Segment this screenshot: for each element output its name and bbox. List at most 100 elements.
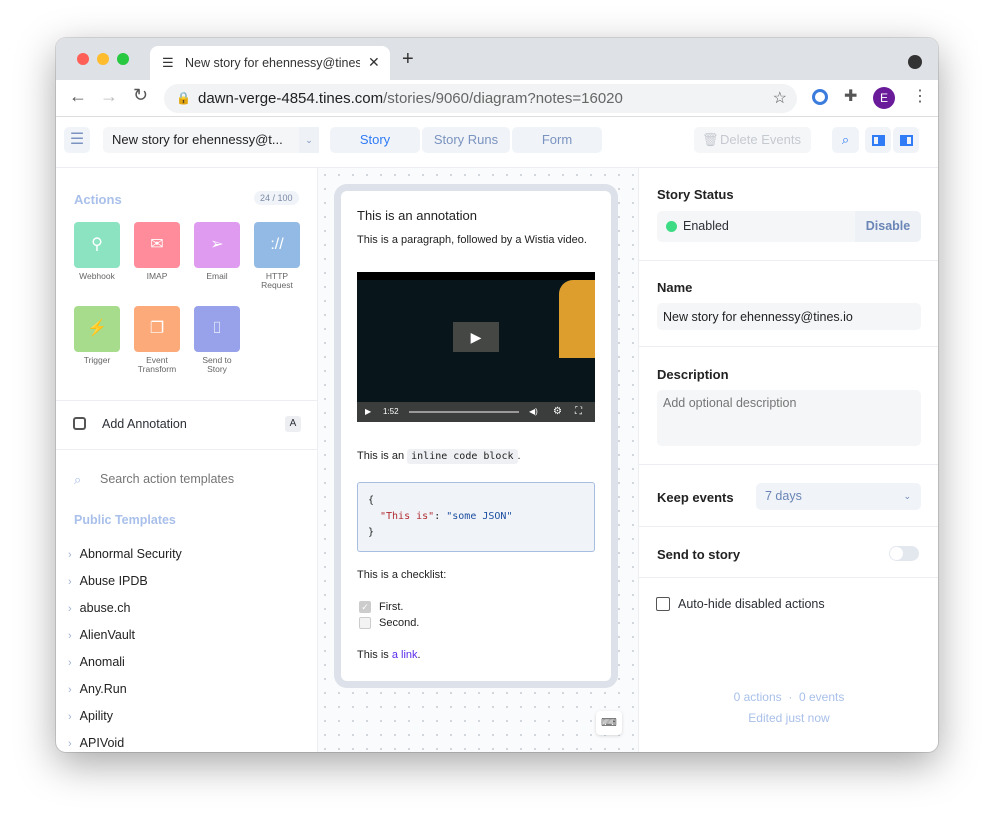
chevron-right-icon: › — [68, 630, 72, 642]
play-icon[interactable]: ▶ — [365, 402, 371, 422]
story-status-label: Story Status — [657, 187, 734, 202]
webhook-icon: ⚲ — [74, 222, 120, 268]
reload-icon[interactable]: ↻ — [133, 85, 148, 106]
tab-title: New story for ehennessy@tines.io — [185, 56, 360, 70]
url-input[interactable]: 🔒 dawn-verge-4854.tines.com/stories/9060… — [164, 84, 797, 113]
template-label: Any.Run — [79, 682, 127, 696]
action-event-transform[interactable]: ❐ Event Transform — [134, 306, 180, 374]
tab-form[interactable]: Form — [512, 127, 602, 153]
checklist-item[interactable]: Second. — [359, 617, 419, 630]
tab-search-button[interactable] — [908, 55, 922, 69]
annotation-card[interactable]: This is an annotation This is a paragrap… — [341, 191, 611, 681]
toggle-left-panel-button[interactable] — [865, 127, 891, 153]
action-http-request[interactable]: :// HTTP Request — [254, 222, 300, 290]
json-code-block: { "This is": "some JSON" } — [357, 482, 595, 552]
template-item[interactable]: › Abnormal Security — [68, 547, 182, 561]
transform-icon: ❐ — [134, 306, 180, 352]
close-window-button[interactable] — [77, 53, 89, 65]
url-host: dawn-verge-4854.tines.com — [198, 90, 384, 107]
video-time: 1:52 — [383, 407, 399, 416]
profile-avatar[interactable]: E — [873, 87, 895, 109]
name-input[interactable] — [657, 303, 921, 330]
fullscreen-icon[interactable]: ⛶ — [575, 402, 582, 422]
toggle-right-panel-button[interactable] — [893, 127, 919, 153]
lock-icon: 🔒 — [176, 91, 191, 105]
browser-menu-icon[interactable]: ⋮ — [912, 86, 928, 106]
add-annotation-button[interactable]: Add Annotation — [102, 417, 187, 431]
tab-story-runs[interactable]: Story Runs — [422, 127, 510, 153]
delete-events-button[interactable]: 🗑 Delete Events — [694, 127, 811, 153]
search-icon: ⌕ — [841, 132, 850, 147]
template-item[interactable]: › Apility — [68, 709, 113, 723]
action-webhook[interactable]: ⚲ Webhook — [74, 222, 120, 281]
forward-icon[interactable]: → — [100, 86, 118, 107]
toggle-knob — [890, 547, 903, 560]
action-trigger[interactable]: ⚡ Trigger — [74, 306, 120, 365]
keyboard-icon: ⌨ — [601, 717, 617, 729]
template-item[interactable]: › AlienVault — [68, 628, 135, 642]
chevron-right-icon: › — [68, 711, 72, 723]
diagram-canvas[interactable]: This is an annotation This is a paragrap… — [318, 168, 638, 752]
action-label: Event Transform — [137, 355, 177, 374]
template-label: Abnormal Security — [79, 547, 182, 561]
chevron-down-icon: ⌄ — [299, 127, 319, 153]
template-item[interactable]: › Abuse IPDB — [68, 574, 148, 588]
back-icon[interactable]: ← — [69, 86, 87, 107]
tab-story[interactable]: Story — [330, 127, 420, 153]
template-label: Abuse IPDB — [79, 574, 148, 588]
story-select[interactable]: New story for ehennessy@t... ⌄ — [103, 127, 319, 153]
template-item[interactable]: › APIVoid — [68, 736, 124, 750]
keep-events-label: Keep events — [657, 490, 734, 505]
annotation-link[interactable]: a link — [392, 649, 418, 661]
keyboard-shortcuts-button[interactable]: ⌨ — [596, 711, 622, 735]
mail-icon: ✉ — [134, 222, 180, 268]
minimize-window-button[interactable] — [97, 53, 109, 65]
template-item[interactable]: › Anomali — [68, 655, 125, 669]
action-label: Send to Story — [202, 355, 232, 374]
video-player[interactable]: ▶ ▶ 1:52 ◀) ⚙ ⛶ — [357, 272, 595, 422]
template-item[interactable]: › abuse.ch — [68, 601, 130, 615]
action-label: Webhook — [79, 271, 115, 281]
close-tab-icon[interactable]: ✕ — [368, 54, 380, 71]
chevron-right-icon: › — [68, 684, 72, 696]
send-to-story-toggle[interactable] — [889, 546, 919, 561]
template-label: abuse.ch — [79, 601, 131, 615]
action-send-to-story[interactable]: ⌷ Send to Story — [194, 306, 240, 374]
action-email[interactable]: ➢ Email — [194, 222, 240, 281]
search-button[interactable]: ⌕ — [832, 127, 859, 153]
browser-tab[interactable]: ☰ New story for ehennessy@tines.io ✕ — [150, 46, 390, 80]
maximize-window-button[interactable] — [117, 53, 129, 65]
action-label: IMAP — [146, 271, 168, 281]
settings-gear-icon[interactable]: ⚙ — [553, 402, 562, 422]
extensions-puzzle-icon[interactable]: ✚ — [844, 86, 857, 106]
left-sidebar: Actions 24 / 100 ⚲ Webhook ✉ IMAP ➢ Email:// H… — [56, 168, 318, 752]
checkbox-checked[interactable]: ✓ — [359, 601, 371, 614]
checklist-item[interactable]: ✓ First. — [359, 601, 403, 614]
chevron-right-icon: › — [68, 549, 72, 561]
edited-status: Edited just now — [748, 711, 830, 725]
video-progress-bar[interactable] — [409, 411, 519, 413]
story-counts: 0 actions · 0 events — [733, 690, 845, 704]
auto-hide-checkbox[interactable] — [656, 597, 670, 611]
bookmark-star-icon[interactable]: ☆ — [773, 84, 787, 113]
play-overlay-button[interactable]: ▶ — [453, 322, 499, 352]
description-input[interactable] — [657, 390, 921, 446]
description-label: Description — [657, 367, 729, 382]
volume-icon[interactable]: ◀) — [529, 402, 538, 422]
action-label: HTTP Request — [261, 271, 293, 290]
hamburger-menu-button[interactable]: ☰ — [64, 127, 90, 153]
action-imap[interactable]: ✉ IMAP — [134, 222, 180, 281]
keep-events-select[interactable]: 7 days ⌄ — [756, 483, 921, 510]
checkbox-unchecked[interactable] — [359, 617, 371, 630]
browser-window: ☰ New story for ehennessy@tines.io ✕ + ←… — [56, 38, 938, 752]
disable-button[interactable]: Disable — [855, 211, 921, 242]
status-value: Enabled — [683, 219, 729, 233]
search-templates-input[interactable] — [100, 472, 300, 486]
template-label: AlienVault — [79, 628, 136, 642]
password-manager-icon[interactable] — [812, 89, 828, 105]
link-paragraph: This is a link. — [357, 649, 421, 661]
template-item[interactable]: › Any.Run — [68, 682, 127, 696]
send-to-story-icon: ⌷ — [194, 306, 240, 352]
new-tab-button[interactable]: + — [402, 48, 414, 71]
chevron-right-icon: › — [68, 576, 72, 588]
